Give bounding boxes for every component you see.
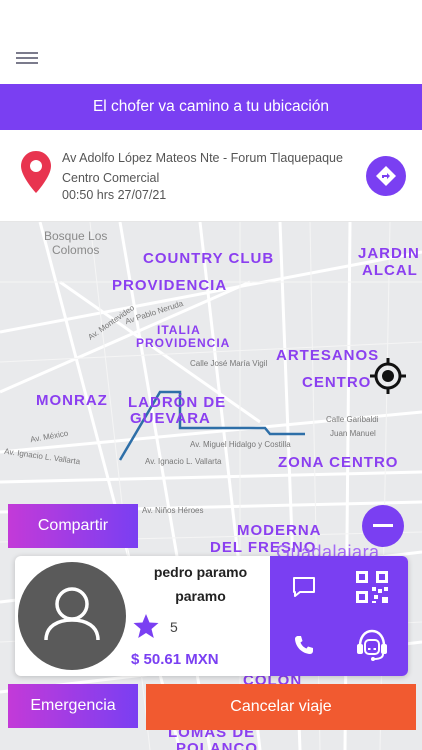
minus-icon xyxy=(373,524,393,527)
status-banner: El chofer va camino a tu ubicación xyxy=(0,84,422,130)
ride-tracking-screen: El chofer va camino a tu ubicación Av Ad… xyxy=(0,0,422,750)
chat-button[interactable] xyxy=(272,560,336,614)
street-label: Av. Miguel Hidalgo y Costilla xyxy=(190,440,291,449)
neighborhood-label: MODERNA xyxy=(237,522,322,539)
cancel-trip-button[interactable]: Cancelar viaje xyxy=(146,684,416,730)
street-label: Av. Niños Héroes xyxy=(142,506,204,515)
neighborhood-label: PROVIDENCIA xyxy=(136,336,231,350)
neighborhood-label: PROVIDENCIA xyxy=(112,277,228,294)
directions-icon xyxy=(376,166,396,186)
driver-rating: 5 xyxy=(170,619,178,635)
neighborhood-label: MONRAZ xyxy=(36,392,108,409)
pickup-address-card: Av Adolfo López Mateos Nte - Forum Tlaqu… xyxy=(0,130,422,222)
neighborhood-label: JARDIN xyxy=(358,245,420,262)
emergency-button[interactable]: Emergencia xyxy=(8,684,138,728)
street-label: Calle Garibaldi xyxy=(326,415,379,424)
address-line-1: Av Adolfo López Mateos Nte - Forum Tlaqu… xyxy=(62,151,343,165)
crosshair-icon[interactable] xyxy=(368,356,408,396)
directions-button[interactable] xyxy=(366,156,406,196)
hamburger-icon[interactable] xyxy=(16,50,38,66)
user-icon xyxy=(44,587,100,641)
zoom-out-button[interactable] xyxy=(362,505,404,547)
share-button[interactable]: Compartir xyxy=(8,504,138,548)
star-icon xyxy=(133,614,159,638)
neighborhood-label: COUNTRY CLUB xyxy=(143,250,275,267)
avatar xyxy=(18,562,126,670)
neighborhood-label: CENTRO xyxy=(302,374,372,391)
neighborhood-label: GUEVARA xyxy=(130,410,211,427)
location-pin-icon xyxy=(21,151,51,193)
neighborhood-label: ITALIA xyxy=(157,323,201,337)
top-bar xyxy=(0,0,422,84)
qr-code-button[interactable] xyxy=(340,560,404,614)
chat-icon xyxy=(293,577,315,597)
street-label: Calle José María Vigil xyxy=(190,359,268,368)
poi-label-1: Bosque Los xyxy=(44,229,108,243)
neighborhood-label: ALCAL xyxy=(362,262,418,279)
pickup-time: 00:50 hrs 27/07/21 xyxy=(62,188,167,202)
qr-code-icon xyxy=(356,571,388,603)
driver-card: pedro paramo paramo 5 $ 50.61 MXN xyxy=(15,556,408,676)
neighborhood-label: ZONA CENTRO xyxy=(278,454,399,471)
neighborhood-label: ARTESANOS xyxy=(276,347,380,364)
support-button[interactable] xyxy=(340,618,404,672)
street-label: Av. Ignacio L. Vallarta xyxy=(145,457,222,466)
call-button[interactable] xyxy=(272,618,336,672)
driver-name: pedro paramo xyxy=(153,564,248,580)
driver-surname: paramo xyxy=(175,588,226,604)
neighborhood-label: LADRÓN DE xyxy=(128,394,227,411)
neighborhood-label: POLANCO xyxy=(176,740,258,750)
poi-label-2: Colomos xyxy=(52,243,100,257)
driver-actions-panel xyxy=(270,556,408,676)
address-line-2: Centro Comercial xyxy=(62,171,160,185)
support-agent-icon xyxy=(357,629,387,661)
street-label: Juan Manuel xyxy=(330,429,376,438)
phone-icon xyxy=(295,636,313,654)
address-text: Av Adolfo López Mateos Nte - Forum Tlaqu… xyxy=(62,148,362,188)
fare-amount: $ 50.61 MXN xyxy=(131,651,219,668)
